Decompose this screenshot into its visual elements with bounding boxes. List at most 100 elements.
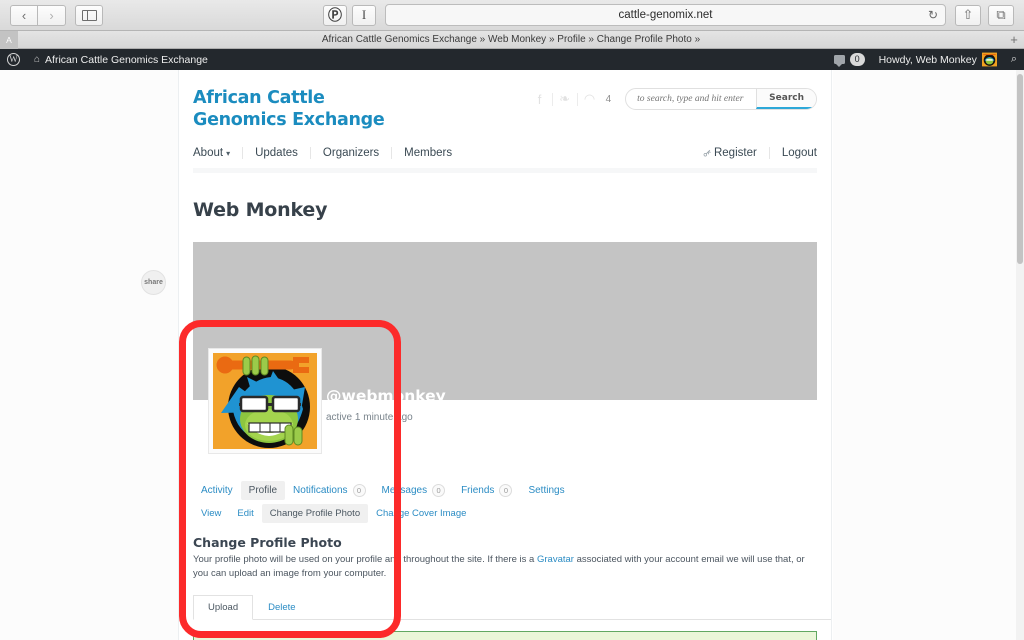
show-sidebar-button[interactable] bbox=[75, 4, 103, 26]
rss-icon[interactable]: ◠ bbox=[578, 91, 602, 107]
reload-icon[interactable]: ↻ bbox=[928, 8, 938, 22]
nav-item-about[interactable]: About ▾ bbox=[193, 147, 242, 159]
comments-icon bbox=[833, 55, 845, 67]
share-button[interactable]: ⇧ bbox=[955, 4, 981, 26]
section-heading: Change Profile Photo bbox=[193, 535, 342, 550]
subtab-edit[interactable]: Edit bbox=[229, 504, 261, 523]
main-navigation: About ▾ Updates Organizers Members ⚷Regis… bbox=[193, 147, 817, 168]
reader-icon: I bbox=[361, 7, 367, 22]
search-button[interactable]: Search bbox=[756, 89, 816, 109]
extension-buttons: Ⓟ I bbox=[323, 4, 376, 26]
profile-header-strip: @webmonkey active 1 minute ago bbox=[193, 348, 817, 478]
twitter-icon[interactable]: ❧ bbox=[553, 91, 577, 107]
toolbar-right-buttons: ⇧ ⧉ bbox=[955, 4, 1014, 26]
forward-button[interactable]: › bbox=[38, 4, 66, 26]
tab-notifications[interactable]: Notifications 0 bbox=[285, 480, 373, 501]
adminbar-greeting: Howdy, Web Monkey bbox=[878, 53, 977, 66]
page-title: African Cattle Genomics Exchange » Web M… bbox=[321, 34, 701, 45]
tab-notifications-label: Notifications bbox=[293, 485, 348, 496]
success-notice: Your new profile photo was uploaded succ… bbox=[193, 631, 817, 640]
content-column: African Cattle Genomics Exchange f ❧ ◠ 4… bbox=[178, 70, 832, 640]
nav-item-register-label: Register bbox=[713, 147, 757, 159]
nav-account-links: ⚷Register Logout bbox=[699, 147, 817, 160]
tab-friends[interactable]: Friends 0 bbox=[453, 480, 520, 501]
messages-count-badge: 0 bbox=[432, 484, 446, 497]
search-input[interactable] bbox=[626, 89, 757, 109]
adminbar-account-item[interactable]: Howdy, Web Monkey bbox=[872, 49, 1004, 70]
site-search: Search bbox=[625, 88, 817, 110]
section-description: Your profile photo will be used on your … bbox=[193, 553, 817, 581]
tab-settings[interactable]: Settings bbox=[520, 481, 572, 500]
left-gutter bbox=[0, 70, 178, 640]
friends-count-badge: 0 bbox=[499, 484, 513, 497]
wordpress-icon: W bbox=[7, 53, 20, 66]
url-text: cattle-genomix.net bbox=[618, 9, 713, 21]
subtab-view[interactable]: View bbox=[193, 504, 229, 523]
notifications-count-badge: 0 bbox=[352, 484, 366, 497]
nav-item-logout[interactable]: Logout bbox=[770, 147, 817, 159]
photo-action-tabs: Upload Delete bbox=[193, 595, 831, 620]
tabs-icon: ⧉ bbox=[996, 7, 1006, 22]
profile-handle: @webmonkey bbox=[326, 387, 446, 405]
description-part-1: Your profile photo will be used on your … bbox=[193, 554, 537, 565]
facebook-icon[interactable]: f bbox=[528, 92, 552, 107]
tab-upload[interactable]: Upload bbox=[193, 595, 254, 620]
back-icon: ‹ bbox=[21, 7, 27, 23]
wp-admin-bar: W ⌂ African Cattle Genomics Exchange 0 H… bbox=[0, 49, 1024, 70]
nav-buttons-group: ‹ › bbox=[10, 4, 66, 26]
tab-profile[interactable]: Profile bbox=[240, 481, 286, 500]
profile-avatar[interactable] bbox=[208, 348, 322, 454]
address-bar[interactable]: cattle-genomix.net ↻ bbox=[385, 4, 946, 26]
page-viewport: share African Cattle Genomics Exchange f… bbox=[0, 70, 1016, 640]
tab-favicon-badge[interactable]: A bbox=[0, 30, 18, 49]
member-nav-tabs: Activity Profile Notifications 0 Message… bbox=[193, 478, 817, 501]
reader-view-button[interactable]: I bbox=[352, 4, 376, 26]
pinterest-extension-button[interactable]: Ⓟ bbox=[323, 4, 347, 26]
browser-toolbar: ‹ › Ⓟ I cattle-genomix.net ↻ ⇧ ⧉ bbox=[0, 0, 1024, 31]
nav-item-updates[interactable]: Updates bbox=[243, 147, 310, 159]
back-button[interactable]: ‹ bbox=[10, 4, 38, 26]
nav-item-about-label: About bbox=[193, 147, 224, 159]
site-header: African Cattle Genomics Exchange f ❧ ◠ 4… bbox=[179, 70, 831, 131]
share-sticky-button[interactable]: share bbox=[141, 270, 166, 295]
search-icon: ⌕ bbox=[1010, 53, 1017, 65]
tab-delete[interactable]: Delete bbox=[253, 595, 310, 620]
right-gutter bbox=[833, 70, 1016, 640]
tab-messages[interactable]: Messages 0 bbox=[374, 480, 454, 501]
profile-subtabs: View Edit Change Profile Photo Change Co… bbox=[193, 504, 817, 523]
chevron-down-icon: ▾ bbox=[226, 149, 231, 158]
forward-icon: › bbox=[49, 7, 54, 23]
gravatar-link[interactable]: Gravatar bbox=[537, 554, 574, 565]
tab-profile-label: Profile bbox=[248, 485, 278, 496]
share-icon: ⇧ bbox=[962, 7, 974, 22]
share-label: share bbox=[144, 279, 163, 286]
nav-item-members[interactable]: Members bbox=[392, 147, 464, 159]
nav-separator-band bbox=[193, 168, 817, 173]
tab-friends-label: Friends bbox=[461, 485, 495, 496]
social-links: f ❧ ◠ 4 bbox=[528, 91, 611, 107]
adminbar-comments-item[interactable]: 0 bbox=[827, 49, 872, 70]
plus-icon: + bbox=[1010, 32, 1018, 47]
home-icon: ⌂ bbox=[34, 54, 41, 65]
nav-item-register[interactable]: ⚷Register bbox=[699, 147, 769, 160]
page-scrollbar-thumb[interactable] bbox=[1017, 74, 1023, 264]
header-right-tools: f ❧ ◠ 4 Search bbox=[528, 88, 817, 110]
nav-item-organizers[interactable]: Organizers bbox=[311, 147, 391, 159]
adminbar-site-item[interactable]: ⌂ African Cattle Genomics Exchange bbox=[27, 49, 215, 70]
tab-messages-label: Messages bbox=[381, 485, 428, 496]
avatar bbox=[981, 52, 997, 67]
adminbar-wp-logo-item[interactable]: W bbox=[0, 49, 27, 70]
change-profile-photo-section: Change Profile Photo Your profile photo … bbox=[193, 535, 817, 581]
pinterest-icon: Ⓟ bbox=[328, 7, 342, 23]
new-tab-button[interactable]: + bbox=[1004, 32, 1024, 47]
subtab-change-profile-photo[interactable]: Change Profile Photo bbox=[261, 504, 369, 523]
adminbar-site-name: African Cattle Genomics Exchange bbox=[45, 53, 208, 66]
key-icon: ⚷ bbox=[699, 147, 713, 160]
subtab-change-cover-image[interactable]: Change Cover Image bbox=[368, 504, 474, 523]
tab-settings-label: Settings bbox=[528, 485, 565, 496]
tab-activity[interactable]: Activity bbox=[193, 481, 241, 500]
site-title[interactable]: African Cattle Genomics Exchange bbox=[193, 87, 393, 131]
show-tabs-button[interactable]: ⧉ bbox=[988, 4, 1014, 26]
adminbar-search-item[interactable]: ⌕ bbox=[1004, 49, 1024, 70]
sidebar-icon bbox=[81, 9, 97, 21]
